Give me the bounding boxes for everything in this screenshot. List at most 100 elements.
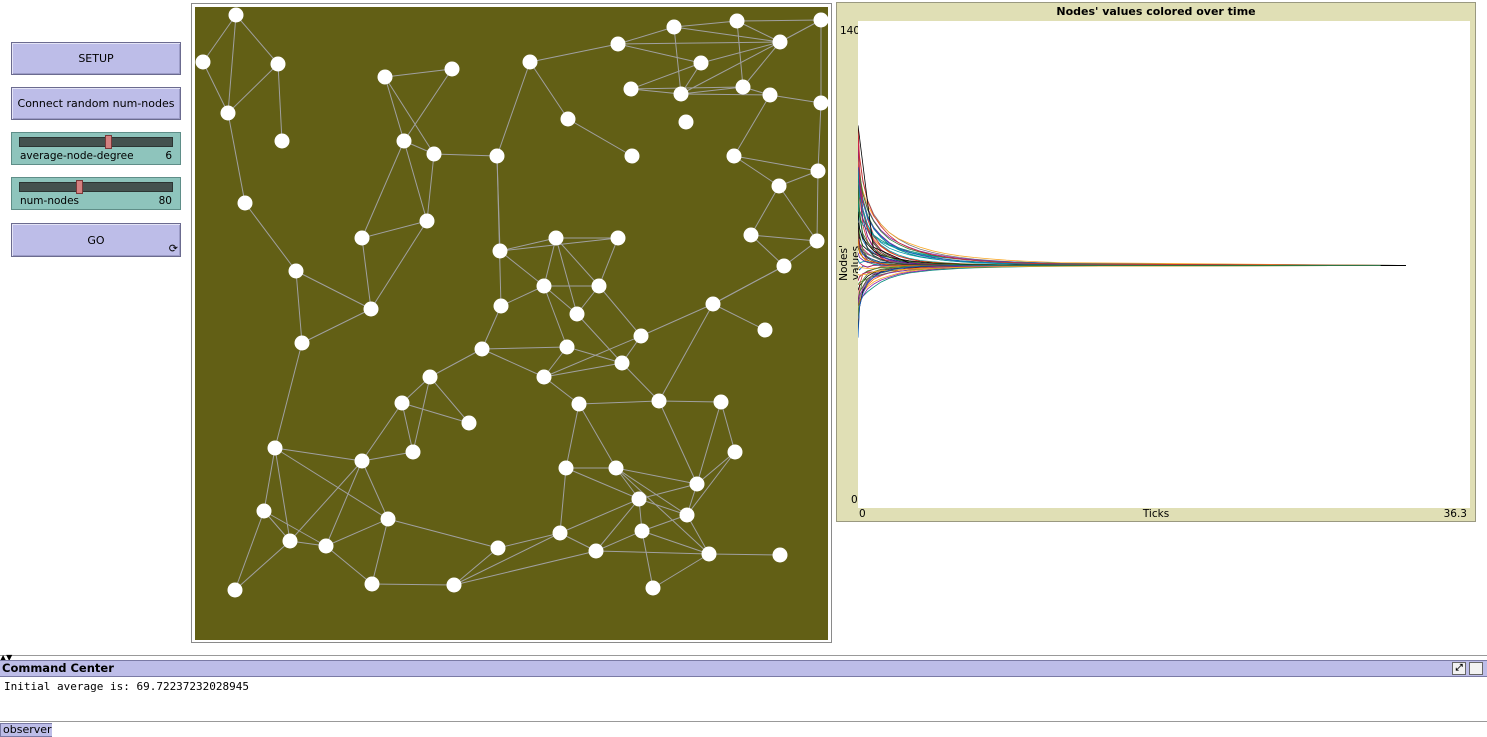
network-link xyxy=(499,250,545,287)
network-node xyxy=(809,233,825,249)
network-node xyxy=(444,61,460,77)
clear-icon[interactable] xyxy=(1469,662,1483,675)
network-link xyxy=(736,20,744,88)
network-node xyxy=(220,105,236,121)
slider-thumb[interactable] xyxy=(105,135,113,149)
node-value-line xyxy=(857,153,1406,266)
network-link xyxy=(429,376,470,424)
slider-track[interactable] xyxy=(19,180,173,194)
node-value-line xyxy=(857,156,1406,266)
network-node xyxy=(446,577,462,593)
network-link xyxy=(387,518,499,549)
network-link xyxy=(227,112,246,204)
network-node xyxy=(228,7,244,23)
network-link xyxy=(543,362,623,378)
network-link xyxy=(277,63,283,142)
network-link xyxy=(641,530,710,555)
node-value-line xyxy=(857,265,1406,318)
plot-title: Nodes' values colored over time xyxy=(1056,5,1256,18)
world-view[interactable] xyxy=(191,3,832,643)
network-link xyxy=(370,220,428,310)
network-node xyxy=(772,547,788,563)
network-link xyxy=(621,362,660,402)
network-link xyxy=(736,19,822,22)
network-link xyxy=(567,118,633,157)
x-axis-max: 36.3 xyxy=(1443,508,1467,520)
network-link xyxy=(453,550,597,586)
network-node xyxy=(363,301,379,317)
expand-icon[interactable]: ⤢ xyxy=(1452,662,1466,675)
network-link xyxy=(429,348,483,378)
network-node xyxy=(522,54,538,70)
network-link xyxy=(696,401,722,485)
network-node xyxy=(645,580,661,596)
network-node xyxy=(426,146,442,162)
world-canvas[interactable] xyxy=(195,7,829,640)
network-link xyxy=(234,510,265,591)
network-link xyxy=(496,155,502,307)
connect-random-button[interactable]: Connect random num-nodes xyxy=(11,87,181,120)
slider-track[interactable] xyxy=(19,135,173,149)
node-value-line xyxy=(857,149,1406,266)
network-node xyxy=(267,440,283,456)
network-node xyxy=(727,444,743,460)
node-value-line xyxy=(857,129,1406,266)
network-node xyxy=(536,278,552,294)
network-link xyxy=(595,550,710,555)
network-link xyxy=(630,88,682,95)
network-link xyxy=(433,153,498,157)
network-link xyxy=(384,68,453,78)
network-link xyxy=(578,403,617,469)
node-value-line xyxy=(857,133,1406,266)
node-value-line xyxy=(857,236,1406,267)
network-node xyxy=(666,19,682,35)
node-value-line xyxy=(857,127,1406,266)
network-link xyxy=(361,451,414,462)
network-node xyxy=(227,582,243,598)
network-link xyxy=(816,170,819,242)
command-center-header: Command Center ⤢ xyxy=(0,660,1487,677)
node-value-line xyxy=(857,184,1406,266)
network-link xyxy=(658,303,714,402)
network-link xyxy=(712,265,785,305)
network-link xyxy=(227,63,279,114)
network-node xyxy=(762,87,778,103)
network-link xyxy=(658,400,698,485)
network-node xyxy=(380,511,396,527)
network-link xyxy=(640,303,714,337)
plot-panel[interactable]: Nodes' values colored over time 140 0 No… xyxy=(836,2,1476,522)
network-link xyxy=(595,530,643,552)
node-value-line xyxy=(857,265,1406,333)
network-node xyxy=(558,460,574,476)
slider-value: 6 xyxy=(165,150,172,162)
average-node-degree-slider[interactable]: average-node-degree 6 xyxy=(11,132,181,165)
command-input[interactable] xyxy=(52,723,1487,737)
network-link xyxy=(234,540,291,591)
node-value-line xyxy=(857,222,1406,266)
network-node xyxy=(559,339,575,355)
go-button[interactable]: GO ⟳ xyxy=(11,223,181,257)
network-link xyxy=(361,237,372,310)
network-node xyxy=(689,476,705,492)
node-value-line xyxy=(857,158,1406,266)
num-nodes-slider[interactable]: num-nodes 80 xyxy=(11,177,181,210)
node-value-line xyxy=(857,145,1406,266)
network-node xyxy=(274,133,290,149)
node-value-line xyxy=(857,265,1406,322)
network-node xyxy=(318,538,334,554)
node-value-line xyxy=(857,236,1406,266)
node-value-line xyxy=(857,265,1406,338)
slider-label: num-nodes xyxy=(20,195,80,207)
node-value-line xyxy=(857,161,1406,266)
network-link xyxy=(680,93,771,96)
network-node xyxy=(693,55,709,71)
setup-button[interactable]: SETUP xyxy=(11,42,181,75)
slider-thumb[interactable] xyxy=(75,180,83,194)
network-node xyxy=(610,36,626,52)
network-link xyxy=(566,346,623,364)
network-node xyxy=(256,503,272,519)
network-link xyxy=(496,61,531,157)
network-node xyxy=(489,148,505,164)
network-node xyxy=(633,328,649,344)
network-link xyxy=(641,530,654,589)
